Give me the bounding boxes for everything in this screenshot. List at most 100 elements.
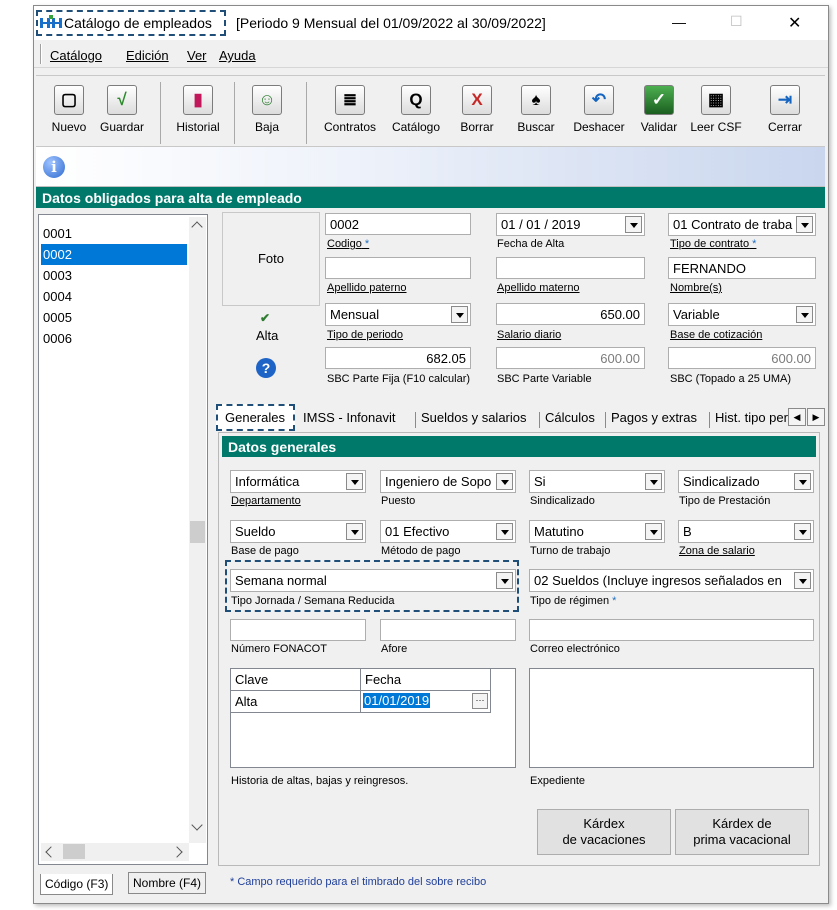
vertical-scrollbar[interactable] <box>189 217 206 843</box>
list-item[interactable]: 0005 <box>41 307 187 328</box>
historia-grid[interactable]: Clave Fecha Alta 01/01/2019 ··· <box>230 668 516 768</box>
horizontal-scrollbar[interactable] <box>41 843 189 861</box>
chevron-down-icon <box>625 216 642 233</box>
nuevo-button[interactable]: ▢ Nuevo <box>46 82 92 142</box>
scroll-up-icon[interactable] <box>191 221 203 233</box>
printer-icon: ≣ <box>335 85 365 115</box>
menu-ayuda[interactable]: Ayuda <box>219 48 256 63</box>
list-item[interactable]: 0006 <box>41 328 187 349</box>
sbc-topado-input[interactable]: 600.00 <box>668 347 816 369</box>
kardex-vacaciones-button[interactable]: Kárdex de vacaciones <box>537 809 671 855</box>
employee-list[interactable]: 0001 0002 0003 0004 0005 0006 <box>38 214 208 865</box>
cerrar-button[interactable]: ⇥ Cerrar <box>762 82 808 142</box>
tipo-periodo-select[interactable]: Mensual <box>325 303 471 326</box>
ellipsis-button[interactable]: ··· <box>472 693 488 709</box>
exit-icon: ⇥ <box>770 85 800 115</box>
puesto-select[interactable]: Ingeniero de Sopo <box>380 470 516 493</box>
afore-input[interactable] <box>380 619 516 641</box>
scroll-down-icon[interactable] <box>191 819 203 831</box>
kardex-prima-button[interactable]: Kárdex de prima vacacional <box>675 809 809 855</box>
sindicalizado-select[interactable]: Si <box>529 470 665 493</box>
tab-scroll-left-icon[interactable]: ◀ <box>788 408 806 426</box>
scroll-left-icon[interactable] <box>45 846 57 858</box>
minimize-button[interactable]: — <box>672 14 686 30</box>
turno-select[interactable]: Matutino <box>529 520 665 543</box>
sbc-fija-input[interactable]: 682.05 <box>325 347 471 369</box>
sbc-variable-input[interactable]: 600.00 <box>496 347 645 369</box>
apellido-paterno-input[interactable] <box>325 257 471 279</box>
fonacot-input[interactable] <box>230 619 366 641</box>
binoculars-icon: ♠ <box>521 85 551 115</box>
tipo-jornada-select[interactable]: Semana normal <box>230 569 516 592</box>
base-cotizacion-select[interactable]: Variable <box>668 303 816 326</box>
chevron-down-icon <box>794 523 811 540</box>
fecha-value: 01/01/2019 <box>363 693 431 708</box>
departamento-select[interactable]: Informática <box>230 470 366 493</box>
chevron-down-icon <box>346 523 363 540</box>
correo-input[interactable] <box>529 619 814 641</box>
tipo-contrato-select[interactable]: 01 Contrato de traba <box>668 213 816 236</box>
delete-x-icon: X <box>462 85 492 115</box>
list-item-selected[interactable]: 0002 <box>41 244 187 265</box>
correo-label: Correo electrónico <box>530 643 620 655</box>
tab-nombre[interactable]: Nombre (F4) <box>128 872 207 894</box>
validar-button[interactable]: ✓ Validar <box>636 82 682 142</box>
borrar-label: Borrar <box>460 120 494 134</box>
guardar-button[interactable]: √ Guardar <box>94 82 150 142</box>
contratos-button[interactable]: ≣ Contratos <box>318 82 382 142</box>
apellido-materno-input[interactable] <box>496 257 645 279</box>
metodo-pago-select[interactable]: 01 Efectivo <box>380 520 516 543</box>
info-icon[interactable]: i <box>43 156 65 178</box>
tipo-regimen-select[interactable]: 02 Sueldos (Incluye ingresos señalados e… <box>529 569 814 592</box>
tab-imss[interactable]: IMSS - Infonavit <box>300 408 398 427</box>
fonacot-label: Número FONACOT <box>231 643 327 655</box>
expediente-box[interactable] <box>529 668 814 768</box>
zona-salario-select[interactable]: B <box>678 520 814 543</box>
tab-codigo[interactable]: Código (F3) <box>40 874 114 895</box>
zona-salario-label: Zona de salario <box>679 545 755 557</box>
nombre-input[interactable]: FERNANDO <box>668 257 816 279</box>
h-scroll-thumb[interactable] <box>63 844 85 859</box>
sindicalizado-label: Sindicalizado <box>530 495 595 507</box>
leer-csf-button[interactable]: ▦ Leer CSF <box>686 82 746 142</box>
historial-button[interactable]: ▮ Historial <box>168 82 228 142</box>
tab-hist-tipo[interactable]: Hist. tipo perio <box>712 408 788 427</box>
maximize-button[interactable]: ☐ <box>730 13 743 30</box>
window-title: Catálogo de empleados <box>64 15 212 31</box>
chevron-down-icon <box>796 306 813 323</box>
baja-button[interactable]: ☺ Baja <box>242 82 292 142</box>
tab-sueldos[interactable]: Sueldos y salarios <box>418 408 530 427</box>
scroll-right-icon[interactable] <box>171 846 183 858</box>
apellido-paterno-label: Apellido paterno <box>327 282 407 294</box>
footnote: * Campo requerido para el timbrado del s… <box>230 876 487 888</box>
salario-diario-input[interactable]: 650.00 <box>496 303 645 325</box>
close-button[interactable]: ✕ <box>788 13 801 33</box>
save-check-icon: √ <box>107 85 137 115</box>
scroll-thumb[interactable] <box>190 521 205 543</box>
tab-calculos[interactable]: Cálculos <box>542 408 598 427</box>
fecha-alta-picker[interactable]: 01 / 01 / 2019 <box>496 213 645 236</box>
tab-pagos[interactable]: Pagos y extras <box>608 408 700 427</box>
sbc-fija-label: SBC Parte Fija (F10 calcular) <box>327 373 471 385</box>
list-item[interactable]: 0004 <box>41 286 187 307</box>
buscar-button[interactable]: ♠ Buscar <box>510 82 562 142</box>
borrar-button[interactable]: X Borrar <box>454 82 500 142</box>
codigo-input[interactable]: 0002 <box>325 213 471 235</box>
menu-ver[interactable]: Ver <box>187 48 207 63</box>
tab-generales[interactable]: Generales <box>222 408 288 427</box>
help-icon[interactable]: ? <box>256 358 276 378</box>
deshacer-button[interactable]: ↶ Deshacer <box>566 82 632 142</box>
menu-edicion[interactable]: Edición <box>126 48 169 63</box>
base-pago-select[interactable]: Sueldo <box>230 520 366 543</box>
grid-cell-fecha[interactable]: 01/01/2019 ··· <box>361 691 491 713</box>
photo-box[interactable]: Foto <box>222 212 320 306</box>
leer-csf-label: Leer CSF <box>690 120 742 134</box>
list-item[interactable]: 0003 <box>41 265 187 286</box>
tab-scroll-right-icon[interactable]: ▶ <box>807 408 825 426</box>
catalogo-button[interactable]: Q Catálogo <box>388 82 444 142</box>
menu-catalogo[interactable]: Catálogo <box>50 48 102 63</box>
list-item[interactable]: 0001 <box>41 223 187 244</box>
sbc-variable-label: SBC Parte Variable <box>497 373 592 385</box>
grid-cell-clave[interactable]: Alta <box>231 691 361 713</box>
tipo-prestacion-select[interactable]: Sindicalizado <box>678 470 814 493</box>
